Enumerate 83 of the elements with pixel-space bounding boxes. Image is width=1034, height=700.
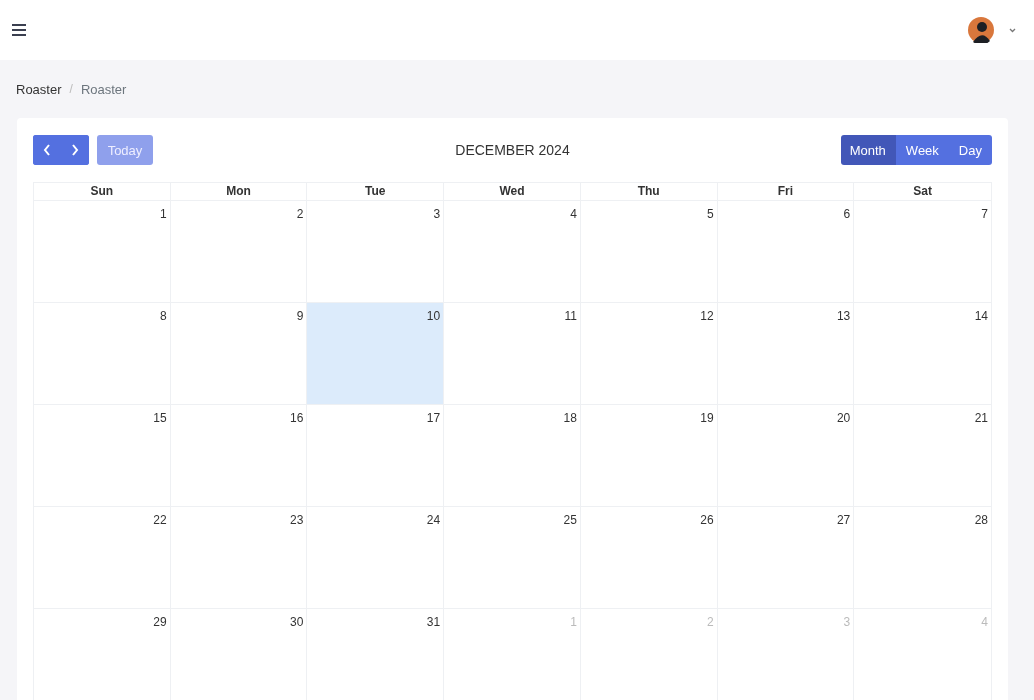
day-cell[interactable]: 25 xyxy=(444,507,581,609)
day-cell[interactable]: 12 xyxy=(580,303,718,405)
day-cell[interactable]: 10 xyxy=(307,303,445,405)
day-number: 5 xyxy=(706,207,714,221)
day-number: 8 xyxy=(160,309,167,323)
day-cell[interactable]: 23 xyxy=(170,507,308,609)
day-cell[interactable]: 1 xyxy=(34,201,171,303)
day-cell[interactable]: 15 xyxy=(34,405,171,507)
day-number: 21 xyxy=(974,411,988,425)
day-number: 19 xyxy=(700,411,714,425)
weekday-header: Sun xyxy=(34,183,171,201)
day-cell[interactable]: 18 xyxy=(444,405,581,507)
day-cell[interactable]: 21 xyxy=(854,405,991,507)
day-cell[interactable]: 29 xyxy=(34,609,171,700)
day-number: 2 xyxy=(706,615,714,629)
day-cell[interactable]: 31 xyxy=(307,609,445,700)
weekday-header: Tue xyxy=(307,183,445,201)
breadcrumb-link[interactable]: Roaster xyxy=(16,81,62,97)
day-number: 1 xyxy=(570,615,577,629)
day-number: 6 xyxy=(843,207,851,221)
day-number: 28 xyxy=(974,513,988,527)
day-cell[interactable]: 8 xyxy=(34,303,171,405)
day-cell[interactable]: 24 xyxy=(307,507,445,609)
month-title: DECEMBER 2024 xyxy=(455,142,570,158)
chevron-right-icon xyxy=(71,144,79,156)
day-cell[interactable]: 22 xyxy=(34,507,171,609)
day-number: 2 xyxy=(296,207,304,221)
chevron-left-icon xyxy=(43,144,51,156)
chevron-down-icon[interactable] xyxy=(1009,27,1016,33)
day-cell[interactable]: 26 xyxy=(580,507,718,609)
day-number: 18 xyxy=(563,411,577,425)
breadcrumb-current: Roaster xyxy=(80,81,127,97)
day-number: 20 xyxy=(836,411,851,425)
day-cell[interactable]: 27 xyxy=(717,507,855,609)
day-number: 3 xyxy=(433,207,441,221)
day-cell[interactable]: 17 xyxy=(307,405,445,507)
day-number: 3 xyxy=(843,615,851,629)
day-cell[interactable]: 4 xyxy=(444,201,581,303)
view-tab[interactable]: Month xyxy=(841,135,896,165)
day-number: 4 xyxy=(570,207,577,221)
day-number: 7 xyxy=(981,207,988,221)
day-cell[interactable]: 16 xyxy=(170,405,308,507)
day-number: 10 xyxy=(426,309,441,323)
day-number: 30 xyxy=(290,615,304,629)
day-number: 14 xyxy=(974,309,988,323)
day-cell[interactable]: 5 xyxy=(580,201,718,303)
day-number: 26 xyxy=(700,513,714,527)
day-number: 22 xyxy=(153,513,167,527)
day-number: 24 xyxy=(426,513,441,527)
day-number: 25 xyxy=(563,513,577,527)
day-number: 23 xyxy=(290,513,304,527)
day-number: 13 xyxy=(836,309,851,323)
day-number: 9 xyxy=(296,309,304,323)
day-cell[interactable]: 14 xyxy=(854,303,991,405)
weekday-header: Thu xyxy=(580,183,718,201)
day-number: 15 xyxy=(153,411,167,425)
day-number: 29 xyxy=(153,615,167,629)
day-cell[interactable]: 6 xyxy=(717,201,855,303)
view-tab[interactable]: Week xyxy=(895,135,949,165)
day-cell[interactable]: 7 xyxy=(854,201,991,303)
day-number: 11 xyxy=(564,309,577,323)
day-cell[interactable]: 20 xyxy=(717,405,855,507)
view-tab[interactable]: Day xyxy=(948,135,992,165)
weekday-header: Mon xyxy=(170,183,308,201)
day-cell[interactable]: 30 xyxy=(170,609,308,700)
day-number: 31 xyxy=(426,615,441,629)
day-cell[interactable]: 2 xyxy=(170,201,308,303)
day-number: 17 xyxy=(426,411,441,425)
breadcrumb-separator: / xyxy=(69,82,73,96)
day-number: 16 xyxy=(290,411,304,425)
weekday-header: Sat xyxy=(854,183,991,201)
weekday-header: Fri xyxy=(717,183,855,201)
avatar-icon[interactable] xyxy=(968,17,994,43)
day-cell[interactable]: 11 xyxy=(444,303,581,405)
day-cell[interactable]: 19 xyxy=(580,405,718,507)
day-number: 27 xyxy=(836,513,851,527)
day-number: 12 xyxy=(700,309,714,323)
day-cell[interactable]: 13 xyxy=(717,303,855,405)
day-cell[interactable]: 28 xyxy=(854,507,991,609)
weekday-header: Wed xyxy=(444,183,581,201)
menu-icon[interactable] xyxy=(12,24,26,36)
day-number: 1 xyxy=(160,207,167,221)
day-number: 4 xyxy=(981,615,988,629)
